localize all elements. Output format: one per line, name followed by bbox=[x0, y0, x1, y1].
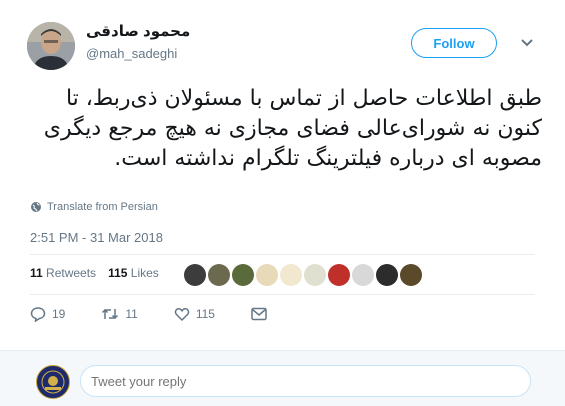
liker-avatar[interactable] bbox=[208, 264, 230, 286]
translate-link[interactable]: Translate from Persian bbox=[30, 201, 158, 213]
retweets-stat[interactable]: 11 Retweets bbox=[30, 266, 96, 280]
reply-count: 19 bbox=[52, 307, 66, 321]
retweets-count: 11 bbox=[30, 266, 43, 280]
follow-button[interactable]: Follow bbox=[411, 28, 497, 58]
direct-message-button[interactable] bbox=[251, 307, 267, 321]
liker-avatar[interactable] bbox=[400, 264, 422, 286]
user-photo bbox=[27, 22, 75, 70]
liker-avatar[interactable] bbox=[304, 264, 326, 286]
liker-avatar[interactable] bbox=[184, 264, 206, 286]
likes-count: 115 bbox=[108, 266, 128, 280]
liker-avatar[interactable] bbox=[376, 264, 398, 286]
liker-avatar[interactable] bbox=[256, 264, 278, 286]
current-user-avatar[interactable] bbox=[36, 365, 70, 399]
like-button[interactable]: 115 bbox=[174, 306, 215, 322]
divider bbox=[30, 254, 535, 255]
heart-icon bbox=[174, 307, 190, 322]
liker-avatar[interactable] bbox=[232, 264, 254, 286]
reply-input[interactable] bbox=[80, 365, 531, 397]
retweets-label: Retweets bbox=[46, 266, 97, 280]
liker-avatar[interactable] bbox=[352, 264, 374, 286]
tweet-text: طبق اطلاعات حاصل از تماس با مسئولان ذی‌ر… bbox=[43, 86, 542, 171]
tweet-stats: 11 Retweets 115 Likes bbox=[30, 266, 159, 280]
likes-label: Likes bbox=[130, 266, 159, 280]
tweet-timestamp[interactable]: 2:51 PM - 31 Mar 2018 bbox=[30, 230, 163, 245]
reply-icon bbox=[30, 307, 46, 322]
display-name[interactable]: محمود صادقی bbox=[86, 22, 190, 40]
logo-emblem bbox=[38, 367, 68, 397]
retweet-count: 11 bbox=[125, 307, 138, 321]
chevron-down-icon[interactable] bbox=[520, 38, 534, 48]
user-handle[interactable]: @mah_sadeghi bbox=[86, 46, 177, 61]
liker-avatar[interactable] bbox=[328, 264, 350, 286]
translate-label[interactable]: Translate from Persian bbox=[47, 201, 158, 213]
user-avatar[interactable] bbox=[27, 22, 75, 70]
envelope-icon bbox=[251, 307, 267, 321]
liker-avatar[interactable] bbox=[280, 264, 302, 286]
tweet-actions: 19 11 115 bbox=[30, 306, 303, 322]
retweet-icon bbox=[102, 308, 119, 320]
retweet-button[interactable]: 11 bbox=[101, 306, 138, 322]
liker-avatars bbox=[184, 264, 422, 286]
reply-composer bbox=[0, 350, 565, 406]
like-count: 115 bbox=[195, 307, 215, 321]
globe-icon bbox=[31, 202, 41, 212]
reply-button[interactable]: 19 bbox=[30, 306, 65, 322]
divider bbox=[30, 294, 535, 295]
likes-stat[interactable]: 115 Likes bbox=[108, 266, 159, 280]
